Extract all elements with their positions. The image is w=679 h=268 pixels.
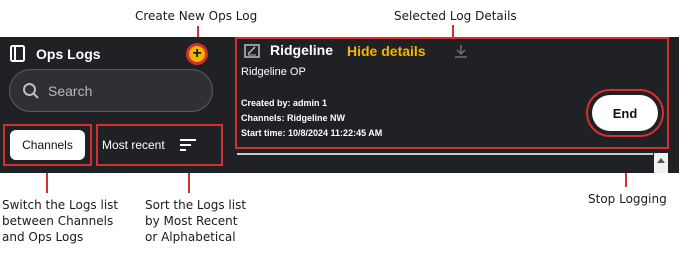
search-input[interactable] — [48, 82, 198, 99]
leader-selected-details — [452, 25, 454, 37]
ops-logs-app: Ops Logs + Channels Most recent — [0, 37, 679, 173]
book-icon — [10, 45, 25, 62]
callout-stop: Stop Logging — [588, 192, 667, 206]
app-title: Ops Logs — [36, 45, 101, 62]
end-logging-button[interactable]: End — [592, 95, 658, 131]
list-divider — [237, 153, 653, 155]
callout-switch-line: and Ops Logs — [2, 230, 84, 244]
plus-icon: + — [192, 45, 202, 62]
callout-switch: Switch the Logs list between Channels an… — [2, 197, 118, 245]
channels-toggle-highlight: Channels — [3, 124, 92, 166]
sort-label: Most recent — [102, 138, 165, 152]
callout-sort: Sort the Logs list by Most Recent or Alp… — [145, 197, 246, 245]
create-ops-log-button[interactable]: + — [187, 44, 207, 64]
callout-switch-line: between Channels — [2, 214, 114, 228]
op-name: Ridgeline OP — [241, 66, 306, 78]
created-by: Created by: admin 1 — [241, 98, 328, 108]
callout-sort-line: or Alphabetical — [145, 230, 236, 244]
sort-lines-icon[interactable] — [179, 138, 197, 152]
sidebar-header: Ops Logs — [10, 45, 101, 62]
log-channels: Channels: Ridgeline NW — [241, 113, 346, 123]
search-icon — [23, 82, 39, 99]
search-box[interactable] — [9, 69, 213, 112]
callout-sort-line: by Most Recent — [145, 214, 238, 228]
callout-sort-line: Sort the Logs list — [145, 198, 247, 212]
log-name: Ridgeline — [270, 42, 334, 58]
callout-create-new: Create New Ops Log — [135, 9, 258, 23]
logs-sidebar: Ops Logs + Channels Most recent — [0, 37, 232, 173]
start-time: Start time: 10/8/2024 11:22:45 AM — [241, 128, 383, 138]
edit-icon[interactable] — [244, 44, 260, 58]
scrollbar[interactable] — [654, 153, 668, 173]
callout-switch-line: Switch the Logs list — [2, 198, 119, 212]
end-button-highlight: End — [586, 89, 664, 137]
hide-details-link[interactable]: Hide details — [347, 43, 426, 59]
download-icon[interactable] — [453, 44, 469, 58]
callout-selected-details: Selected Log Details — [394, 9, 517, 23]
scroll-up-arrow-icon[interactable] — [657, 158, 665, 163]
sort-control[interactable]: Most recent — [96, 124, 223, 166]
channels-toggle-button[interactable]: Channels — [10, 130, 85, 160]
